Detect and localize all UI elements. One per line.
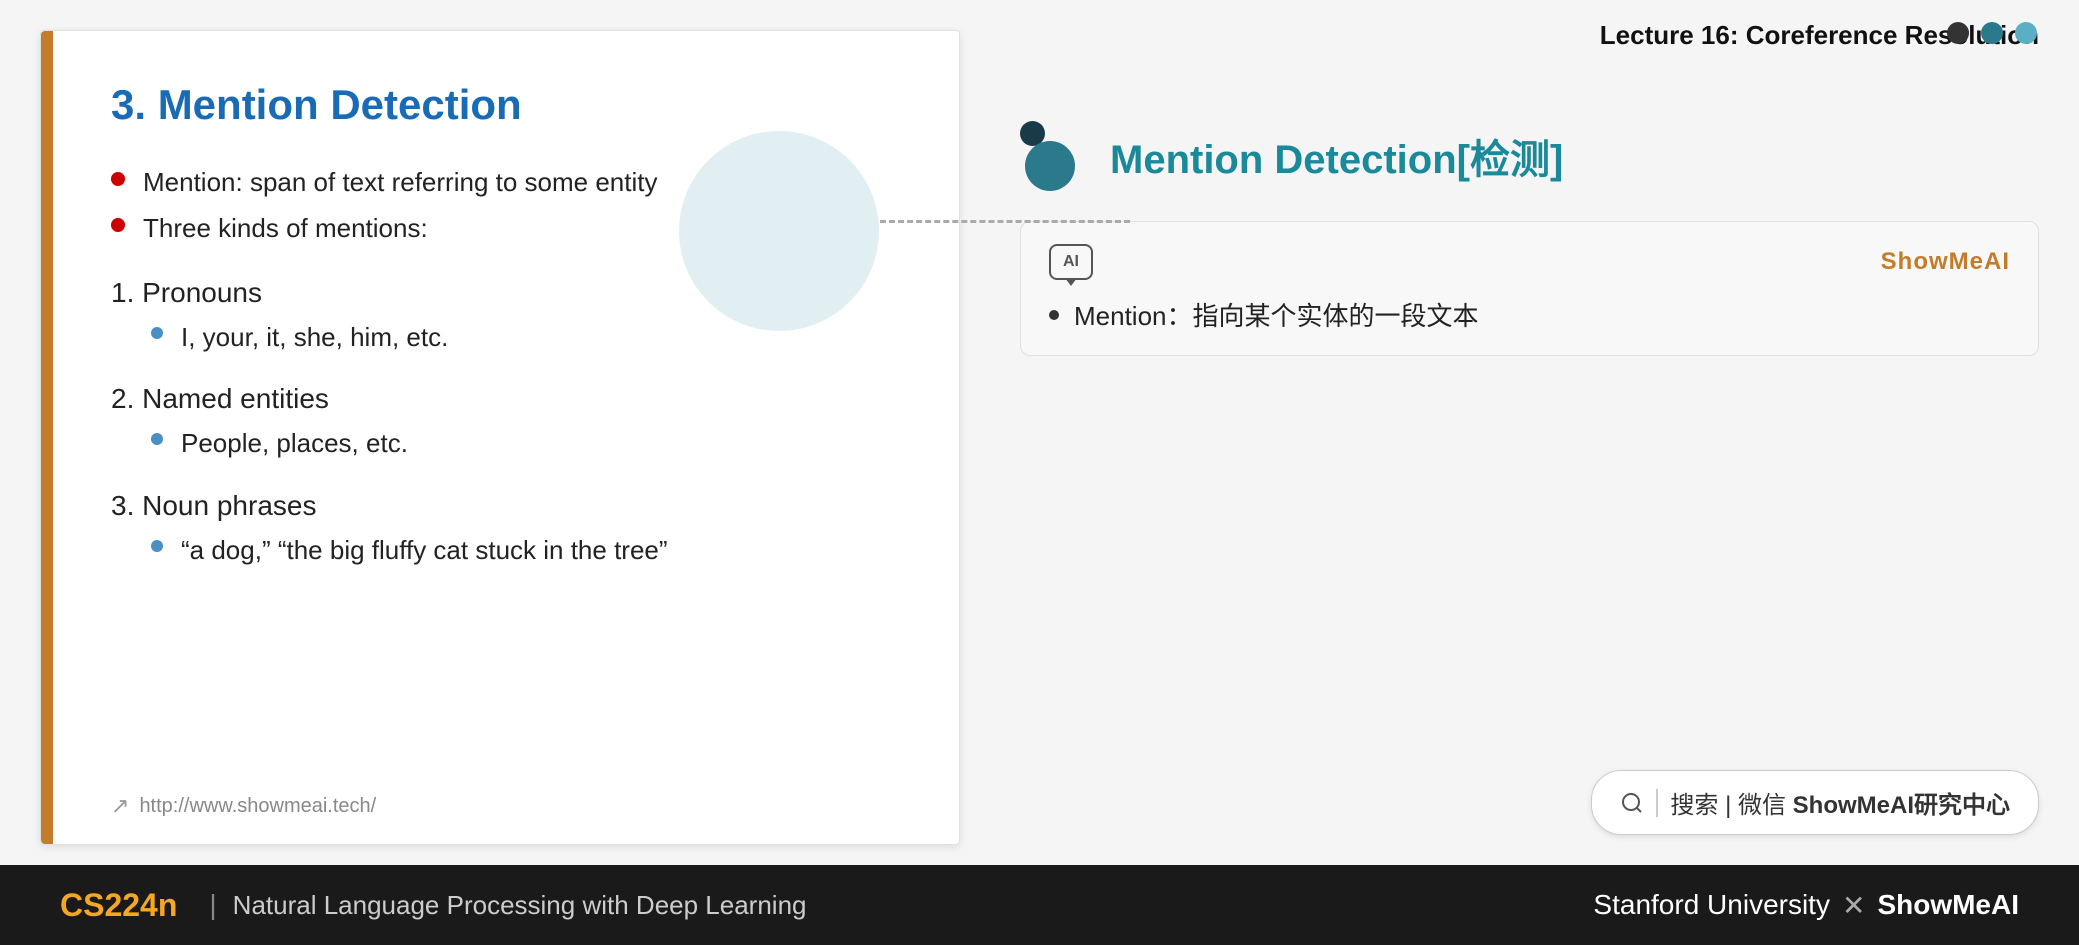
cs224n-label: CS224n — [60, 887, 177, 924]
mention-icon — [1020, 121, 1090, 191]
stanford-text: Stanford University — [1593, 889, 1830, 921]
slide-left-border — [41, 31, 53, 844]
lecture-header: Lecture 16: Coreference Resolution — [1020, 0, 2039, 66]
bullet-text-1: Mention: span of text referring to some … — [143, 164, 657, 200]
card-content-bullet — [1049, 310, 1059, 320]
numbered-title-2: 2. Named entities — [111, 383, 899, 415]
slide-url: ↗ http://www.showmeai.tech/ — [111, 793, 376, 819]
sub-bullet-3: “a dog,” “the big fluffy cat stuck in th… — [151, 532, 899, 568]
nav-dot-3[interactable] — [2015, 22, 2037, 44]
sub-bullet-text-3: “a dog,” “the big fluffy cat stuck in th… — [181, 532, 668, 568]
url-icon: ↗ — [111, 793, 129, 819]
card-content: Mention：指向某个实体的一段文本 — [1049, 296, 2010, 333]
bottom-left: CS224n | Natural Language Processing wit… — [60, 887, 807, 924]
sub-bullet-text-1: I, your, it, she, him, etc. — [181, 319, 448, 355]
search-icon — [1620, 791, 1644, 815]
icon-circle-teal — [1025, 141, 1075, 191]
showmeai-text: ShowMeAI — [1877, 889, 2019, 921]
bottom-bar: CS224n | Natural Language Processing wit… — [0, 865, 2079, 945]
search-divider — [1656, 789, 1658, 817]
nav-dots — [1947, 22, 2037, 44]
numbered-title-3: 3. Noun phrases — [111, 490, 899, 522]
search-text: 搜索 | 微信 ShowMeAI研究中心 — [1670, 785, 2010, 820]
card-header: AI ShowMeAI — [1049, 244, 2010, 280]
card-brand: ShowMeAI — [1881, 248, 2010, 276]
bar-separator: | — [209, 889, 216, 921]
content-area: 3. Mention Detection Mention: span of te… — [0, 0, 2079, 865]
slide-title: 3. Mention Detection — [111, 81, 899, 129]
sub-bullet-2: People, places, etc. — [151, 425, 899, 461]
sub-bullet-dot-1 — [151, 327, 163, 339]
slide-panel: 3. Mention Detection Mention: span of te… — [40, 30, 960, 845]
page-wrapper: 3. Mention Detection Mention: span of te… — [0, 0, 2079, 945]
numbered-section-3: 3. Noun phrases “a dog,” “the big fluffy… — [111, 490, 899, 568]
connector-line — [880, 220, 1130, 223]
right-panel-title: Mention Detection[检测] — [1110, 127, 1563, 185]
sub-bullet-text-2: People, places, etc. — [181, 425, 408, 461]
right-panel: Lecture 16: Coreference Resolution Menti… — [1000, 0, 2079, 865]
decorative-circle — [679, 131, 879, 331]
nav-dot-1[interactable] — [1947, 22, 1969, 44]
ai-icon: AI — [1049, 244, 1093, 280]
x-mark: ✕ — [1842, 889, 1865, 922]
card-content-text: Mention：指向某个实体的一段文本 — [1074, 296, 1479, 333]
bullet-dot-2 — [111, 218, 125, 232]
right-title-row: Mention Detection[检测] — [1020, 121, 2039, 191]
url-text: http://www.showmeai.tech/ — [139, 795, 376, 818]
sub-bullet-dot-2 — [151, 433, 163, 445]
translation-card: AI ShowMeAI Mention：指向某个实体的一段文本 — [1020, 221, 2039, 356]
sub-bullet-dot-3 — [151, 540, 163, 552]
bottom-subtitle: Natural Language Processing with Deep Le… — [233, 890, 807, 921]
bullet-text-2: Three kinds of mentions: — [143, 210, 428, 246]
search-bar[interactable]: 搜索 | 微信 ShowMeAI研究中心 — [1591, 770, 2039, 835]
numbered-section-2: 2. Named entities People, places, etc. — [111, 383, 899, 461]
bullet-dot-1 — [111, 172, 125, 186]
bottom-right: Stanford University ✕ ShowMeAI — [1593, 889, 2019, 922]
nav-dot-2[interactable] — [1981, 22, 2003, 44]
